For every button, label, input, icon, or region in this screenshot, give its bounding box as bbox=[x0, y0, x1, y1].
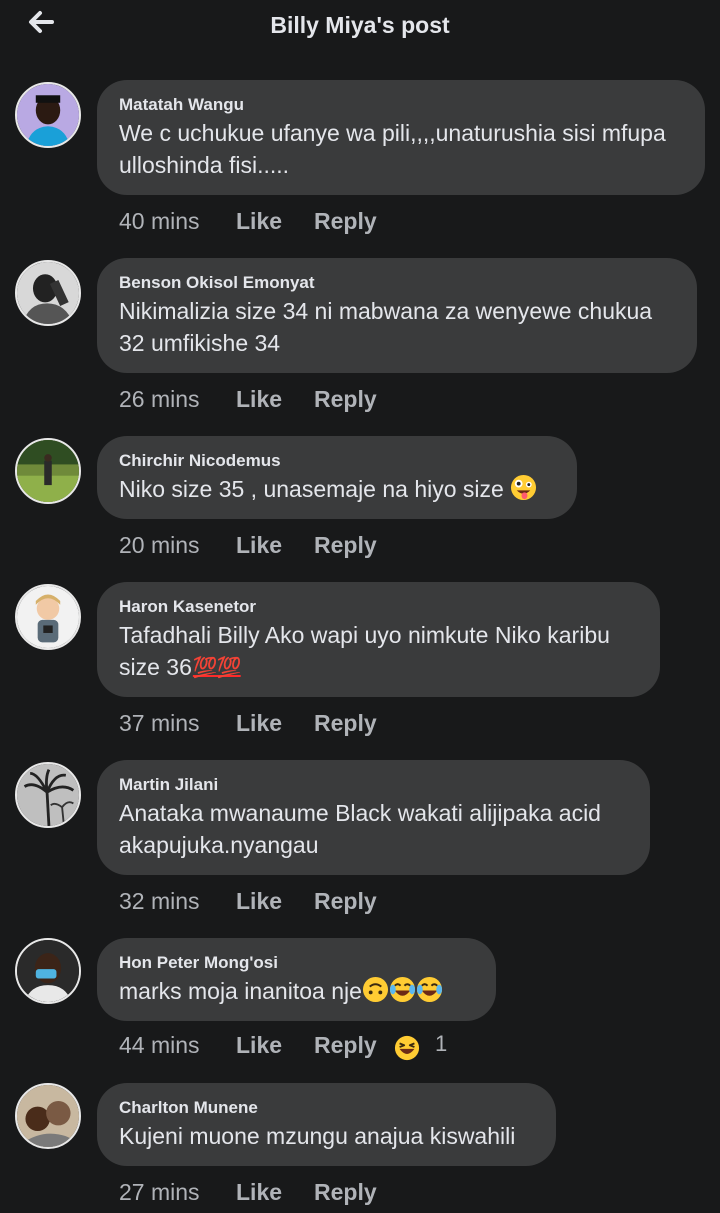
like-button[interactable]: Like bbox=[236, 708, 314, 738]
comment-bubble: Martin Jilani Anataka mwanaume Black wak… bbox=[97, 760, 650, 875]
top-bar: Billy Miya's post bbox=[0, 0, 720, 56]
comment-author[interactable]: Chirchir Nicodemus bbox=[119, 450, 555, 472]
comment-bubble: Hon Peter Mong'osi marks moja inanitoa n… bbox=[97, 938, 496, 1021]
comment-author[interactable]: Hon Peter Mong'osi bbox=[119, 952, 474, 974]
comment-text: Nikimalizia size 34 ni mabwana za wenyew… bbox=[119, 298, 653, 356]
tears-of-joy-emoji bbox=[389, 976, 415, 1003]
hundred-points-emoji: 💯💯 bbox=[192, 657, 242, 679]
comment-timestamp[interactable]: 32 mins bbox=[119, 886, 236, 916]
comment-actions: 37 mins Like Reply bbox=[119, 708, 377, 738]
like-button[interactable]: Like bbox=[236, 1177, 314, 1207]
comment-text: marks moja inanitoa nje bbox=[119, 975, 474, 1007]
like-button[interactable]: Like bbox=[236, 384, 314, 414]
like-button[interactable]: Like bbox=[236, 886, 314, 916]
avatar[interactable] bbox=[15, 584, 81, 650]
like-button[interactable]: Like bbox=[236, 1030, 314, 1060]
like-button[interactable]: Like bbox=[236, 206, 314, 236]
comment-text: Tafadhali Billy Ako wapi uyo nimkute Nik… bbox=[119, 619, 638, 684]
comment-bubble: Benson Okisol Emonyat Nikimalizia size 3… bbox=[97, 258, 697, 373]
comment-author[interactable]: Matatah Wangu bbox=[119, 94, 683, 116]
avatar[interactable] bbox=[15, 438, 81, 504]
avatar[interactable] bbox=[15, 260, 81, 326]
reply-button[interactable]: Reply bbox=[314, 1177, 377, 1207]
reply-button[interactable]: Reply bbox=[314, 886, 377, 916]
avatar[interactable] bbox=[15, 762, 81, 828]
comment-author[interactable]: Charlton Munene bbox=[119, 1097, 534, 1119]
comment-actions: 40 mins Like Reply bbox=[119, 206, 377, 236]
comment-timestamp[interactable]: 26 mins bbox=[119, 384, 236, 414]
comment-author[interactable]: Martin Jilani bbox=[119, 774, 628, 796]
comment-timestamp[interactable]: 20 mins bbox=[119, 530, 236, 560]
avatar[interactable] bbox=[15, 938, 81, 1004]
comment-text: Niko size 35 , unasemaje na hiyo size bbox=[119, 473, 555, 505]
reply-button[interactable]: Reply bbox=[314, 530, 377, 560]
page-title: Billy Miya's post bbox=[270, 12, 450, 38]
comment-text: Anataka mwanaume Black wakati alijipaka … bbox=[119, 800, 601, 858]
comment-timestamp[interactable]: 44 mins bbox=[119, 1030, 236, 1060]
zany-face-emoji bbox=[511, 474, 537, 501]
haha-reaction-icon[interactable] bbox=[394, 1035, 420, 1061]
avatar[interactable] bbox=[15, 82, 81, 148]
comment-timestamp[interactable]: 40 mins bbox=[119, 206, 236, 236]
comment-text: We c uchukue ufanye wa pili,,,,unaturush… bbox=[119, 120, 666, 178]
reply-button[interactable]: Reply bbox=[314, 1030, 377, 1060]
comment-actions: 44 mins Like Reply bbox=[119, 1030, 619, 1060]
comment-bubble: Charlton Munene Kujeni muone mzungu anaj… bbox=[97, 1083, 556, 1166]
comment-bubble: Matatah Wangu We c uchukue ufanye wa pil… bbox=[97, 80, 705, 195]
comment-author[interactable]: Haron Kasenetor bbox=[119, 596, 638, 618]
comment-author[interactable]: Benson Okisol Emonyat bbox=[119, 272, 675, 294]
comment-timestamp[interactable]: 37 mins bbox=[119, 708, 236, 738]
upside-down-face-emoji bbox=[362, 976, 388, 1003]
tears-of-joy-emoji bbox=[416, 976, 442, 1003]
reply-button[interactable]: Reply bbox=[314, 708, 377, 738]
comment-actions: 27 mins Like Reply bbox=[119, 1177, 377, 1207]
reaction-count[interactable]: 1 bbox=[435, 1031, 447, 1057]
comment-text: Kujeni muone mzungu anajua kiswahili bbox=[119, 1123, 516, 1149]
reply-button[interactable]: Reply bbox=[314, 384, 377, 414]
comment-actions: 32 mins Like Reply bbox=[119, 886, 377, 916]
comment-timestamp[interactable]: 27 mins bbox=[119, 1177, 236, 1207]
like-button[interactable]: Like bbox=[236, 530, 314, 560]
avatar[interactable] bbox=[15, 1083, 81, 1149]
comment-bubble: Chirchir Nicodemus Niko size 35 , unasem… bbox=[97, 436, 577, 519]
reply-button[interactable]: Reply bbox=[314, 206, 377, 236]
comment-actions: 20 mins Like Reply bbox=[119, 530, 377, 560]
comment-bubble: Haron Kasenetor Tafadhali Billy Ako wapi… bbox=[97, 582, 660, 697]
comment-actions: 26 mins Like Reply bbox=[119, 384, 377, 414]
